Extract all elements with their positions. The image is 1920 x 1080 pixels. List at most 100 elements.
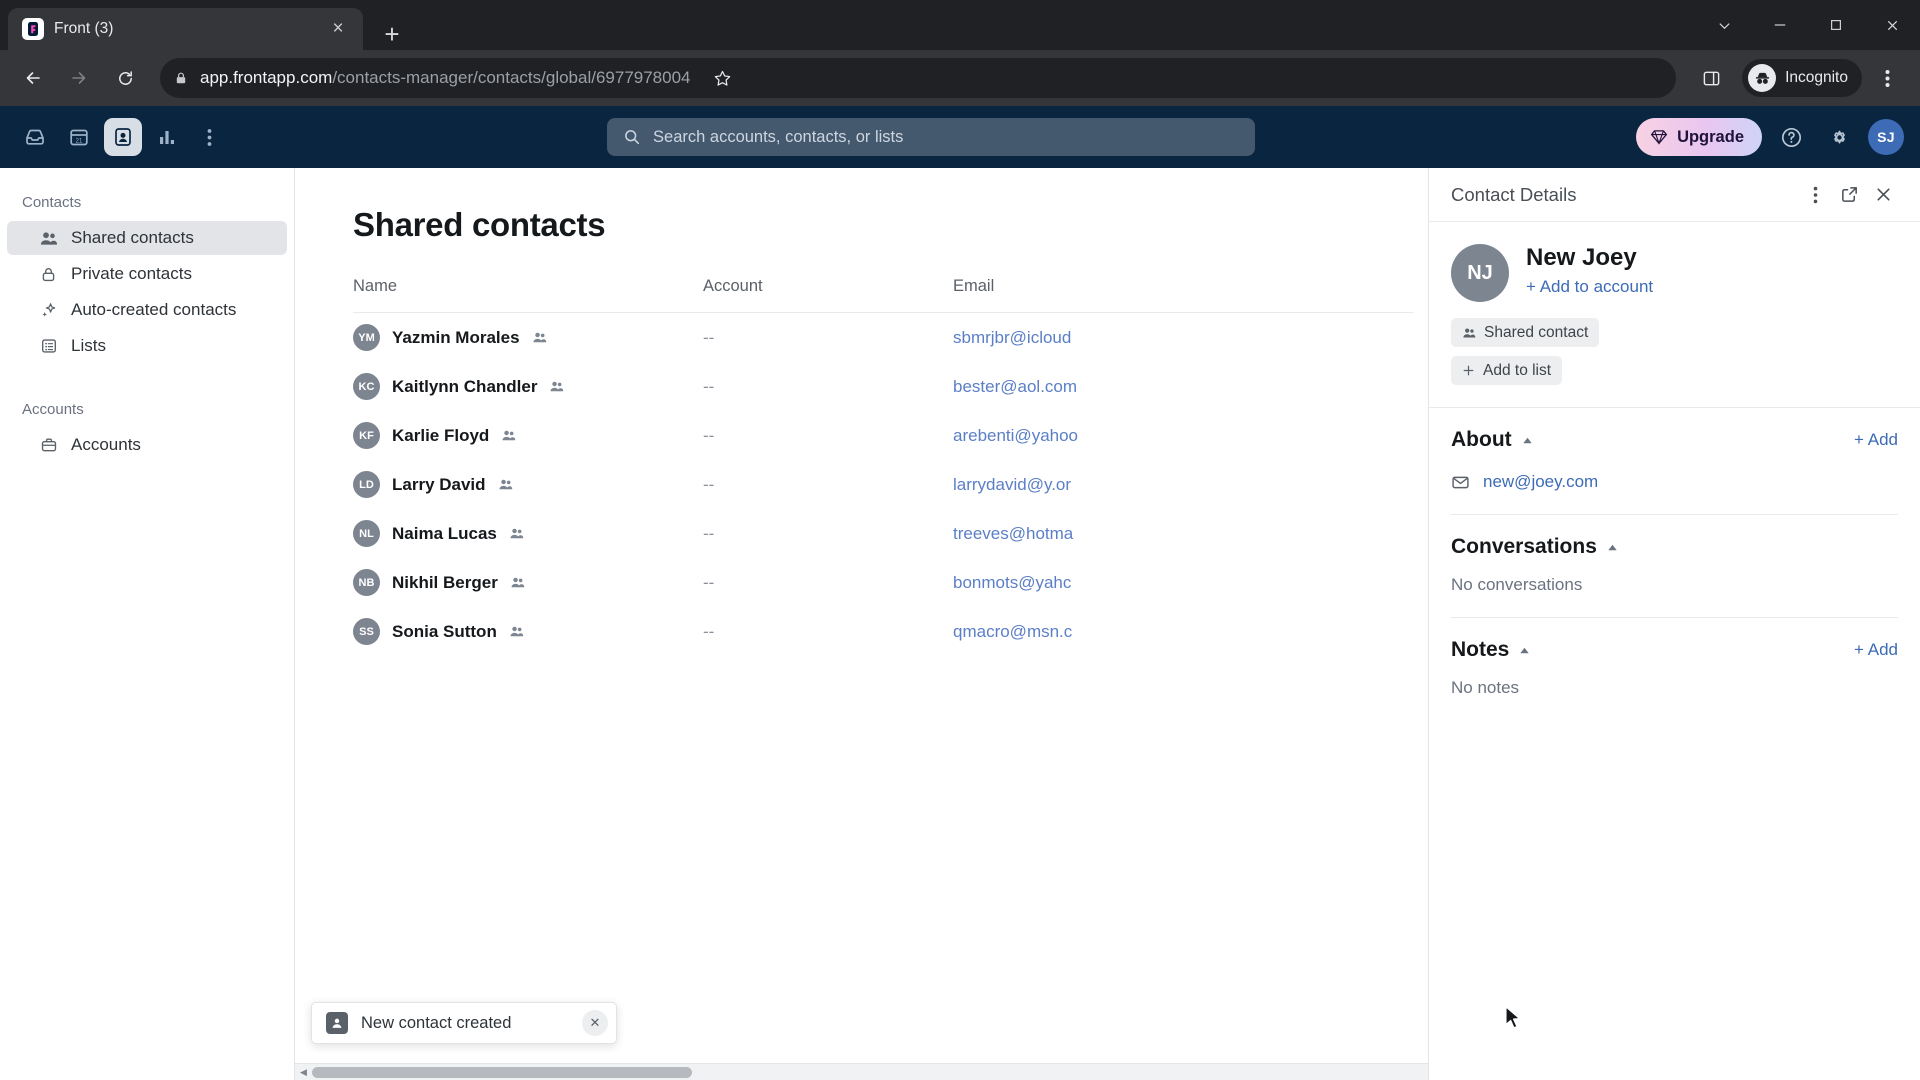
close-icon[interactable]: ✕: [582, 1010, 608, 1036]
details-more-icon[interactable]: [1798, 178, 1832, 212]
open-external-icon[interactable]: [1832, 178, 1866, 212]
contacts-icon[interactable]: [104, 118, 142, 156]
table-row[interactable]: KF Karlie Floyd -- arebenti@yahoo: [353, 411, 1413, 460]
shared-contacts-icon: [510, 575, 525, 590]
minimize-button[interactable]: [1752, 0, 1808, 50]
notes-empty-state: No notes: [1451, 678, 1520, 697]
row-email-cell[interactable]: qmacro@msn.c: [953, 622, 1413, 642]
search-input[interactable]: Search accounts, contacts, or lists: [607, 118, 1256, 156]
section-title: Notes: [1451, 638, 1510, 661]
contact-name: Karlie Floyd: [392, 425, 490, 445]
close-panel-icon[interactable]: [1866, 178, 1900, 212]
browser-tab[interactable]: Front (3) ×: [8, 8, 363, 50]
row-email-cell[interactable]: bester@aol.com: [953, 377, 1413, 397]
details-contact-summary: NJ New Joey + Add to account: [1429, 222, 1920, 302]
shared-contacts-icon: [39, 229, 58, 248]
shared-contacts-icon: [501, 428, 516, 443]
scrollbar-track[interactable]: [312, 1064, 1428, 1080]
avatar: NL: [353, 520, 380, 547]
avatar: NB: [353, 569, 380, 596]
more-options-icon[interactable]: [192, 118, 226, 156]
row-account-cell: --: [703, 621, 715, 641]
scrollbar-thumb[interactable]: [312, 1066, 692, 1078]
contact-details-panel: Contact Details NJ New Joey + Add to acc…: [1428, 168, 1920, 1080]
sidebar-item-shared-contacts[interactable]: Shared contacts: [7, 221, 287, 255]
about-add-button[interactable]: + Add: [1854, 430, 1898, 450]
table-row[interactable]: YM Yazmin Morales -- sbmrjbr@icloud: [353, 313, 1413, 362]
table-row[interactable]: LD Larry David -- larrydavid@y.or: [353, 460, 1413, 509]
table-row[interactable]: NL Naima Lucas -- treeves@hotma: [353, 509, 1413, 558]
app-header: 21 Search accounts, contacts, or lists U…: [0, 106, 1920, 168]
new-tab-button[interactable]: +: [377, 20, 407, 50]
tab-search-chevron-icon[interactable]: [1696, 0, 1752, 50]
sidebar-item-private-contacts[interactable]: Private contacts: [7, 257, 287, 291]
sidebar-item-label: Private contacts: [71, 264, 192, 283]
add-to-account-button[interactable]: + Add to account: [1526, 277, 1653, 297]
sidebar-item-label: Shared contacts: [71, 228, 194, 247]
shared-contacts-icon: [509, 624, 524, 639]
collapse-caret-icon[interactable]: [1518, 644, 1531, 657]
contact-name: Naima Lucas: [392, 523, 497, 543]
table-row[interactable]: KC Kaitlynn Chandler -- bester@aol.com: [353, 362, 1413, 411]
avatar: KC: [353, 373, 380, 400]
table-row[interactable]: SS Sonia Sutton -- qmacro@msn.c: [353, 607, 1413, 656]
header-actions: Upgrade SJ: [1636, 118, 1904, 156]
row-account-cell: --: [703, 523, 715, 543]
row-account-cell: --: [703, 572, 715, 592]
row-email-cell[interactable]: larrydavid@y.or: [953, 475, 1413, 495]
diamond-icon: [1650, 128, 1668, 146]
details-header: Contact Details: [1429, 168, 1920, 222]
row-email-cell[interactable]: bonmots@yahc: [953, 573, 1413, 593]
scroll-left-arrow-icon[interactable]: ◀: [295, 1067, 312, 1078]
row-email-cell[interactable]: treeves@hotma: [953, 524, 1413, 544]
sidebar-item-accounts[interactable]: Accounts: [7, 428, 287, 462]
reload-button[interactable]: [104, 57, 146, 99]
details-identity: New Joey + Add to account: [1526, 244, 1653, 302]
side-panel-icon[interactable]: [1690, 57, 1732, 99]
sparkle-icon: [39, 301, 58, 320]
browser-menu-icon[interactable]: [1866, 57, 1908, 99]
contact-email-link[interactable]: new@joey.com: [1483, 472, 1598, 492]
sidebar-group-accounts-label: Accounts: [22, 401, 84, 418]
table-row[interactable]: NB Nikhil Berger -- bonmots@yahc: [353, 558, 1413, 607]
horizontal-scrollbar[interactable]: ◀: [295, 1063, 1428, 1080]
row-email-cell[interactable]: arebenti@yahoo: [953, 426, 1413, 446]
user-avatar[interactable]: SJ: [1868, 119, 1904, 155]
bookmark-star-icon[interactable]: [703, 58, 743, 98]
contacts-table: Name Account Email YM Yazmin Morales --: [353, 277, 1413, 656]
row-email-cell[interactable]: sbmrjbr@icloud: [953, 328, 1413, 348]
inbox-icon[interactable]: [16, 118, 54, 156]
about-section: About + Add new@joey.com: [1429, 408, 1920, 515]
tab-close-icon[interactable]: ×: [323, 14, 353, 44]
sidebar-item-lists[interactable]: Lists: [7, 329, 287, 363]
back-button[interactable]: [12, 57, 54, 99]
row-name-cell: KC Kaitlynn Chandler: [353, 373, 703, 400]
close-window-button[interactable]: [1864, 0, 1920, 50]
help-icon[interactable]: [1772, 118, 1810, 156]
search-icon: [623, 128, 641, 146]
email-icon: [1451, 473, 1470, 492]
add-to-list-button[interactable]: Add to list: [1451, 356, 1563, 385]
analytics-icon[interactable]: [148, 118, 186, 156]
column-header-account[interactable]: Account: [703, 277, 953, 296]
incognito-profile-chip[interactable]: Incognito: [1742, 59, 1862, 97]
calendar-icon[interactable]: 21: [60, 118, 98, 156]
shared-contacts-icon: [549, 379, 564, 394]
row-account-cell: --: [703, 425, 715, 445]
conversations-empty-state: No conversations: [1451, 575, 1583, 594]
column-header-email[interactable]: Email: [953, 277, 1413, 296]
section-title: Conversations: [1451, 535, 1597, 558]
forward-button[interactable]: [58, 57, 100, 99]
address-bar[interactable]: app.frontapp.com/contacts-manager/contac…: [160, 58, 1677, 98]
notes-add-button[interactable]: + Add: [1854, 640, 1898, 660]
maximize-button[interactable]: [1808, 0, 1864, 50]
avatar: YM: [353, 324, 380, 351]
upgrade-button[interactable]: Upgrade: [1636, 118, 1762, 156]
settings-gear-icon[interactable]: [1820, 118, 1858, 156]
contact-name: Larry David: [392, 474, 486, 494]
sidebar-item-auto-created-contacts[interactable]: Auto-created contacts: [7, 293, 287, 327]
column-header-name[interactable]: Name: [353, 277, 703, 296]
collapse-caret-icon[interactable]: [1606, 541, 1619, 554]
collapse-caret-icon[interactable]: [1521, 434, 1534, 447]
